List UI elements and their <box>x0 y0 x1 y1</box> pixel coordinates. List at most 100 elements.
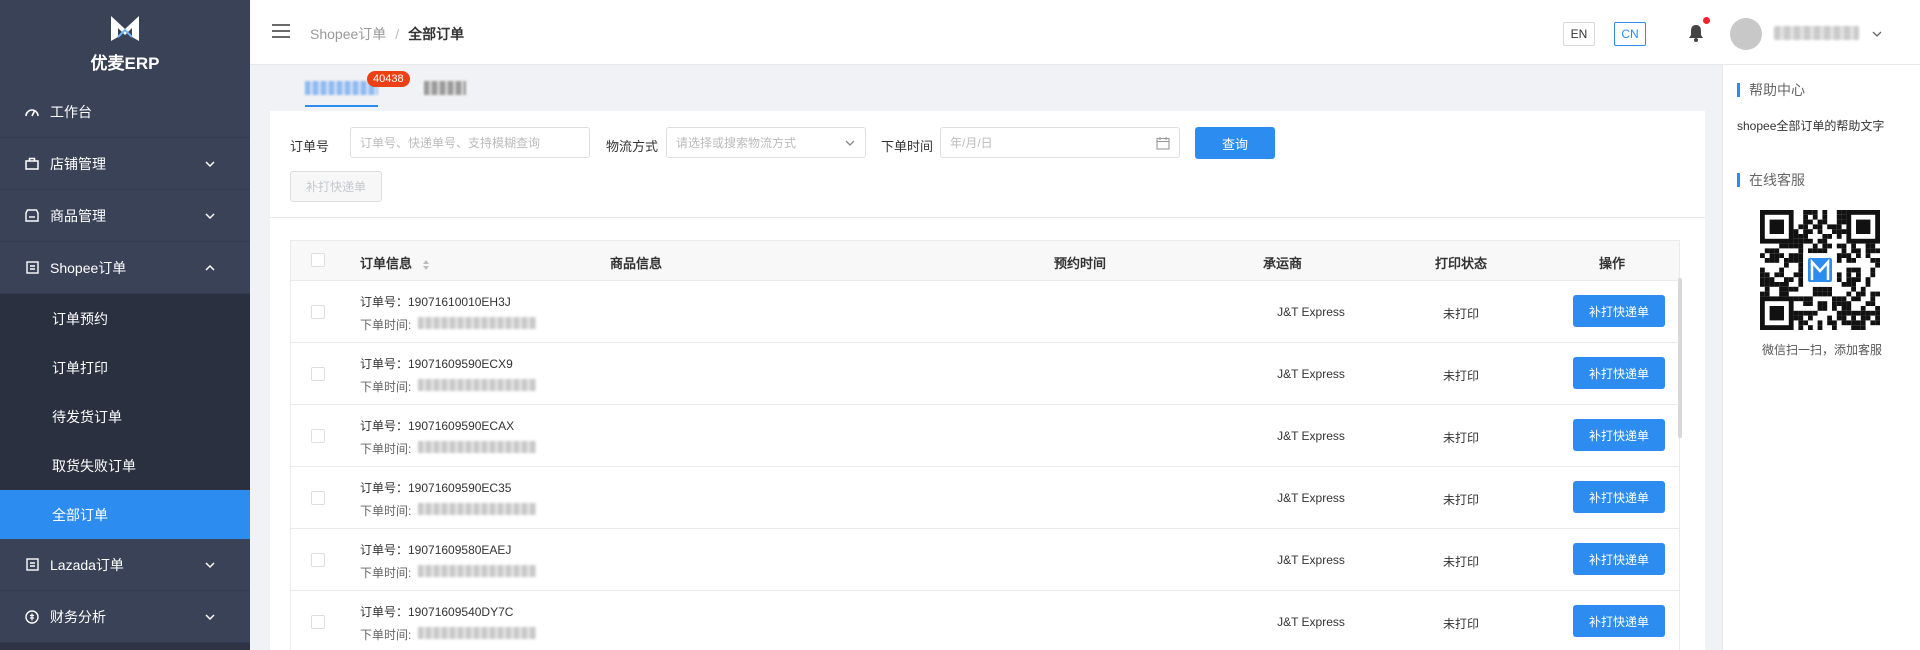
row-checkbox[interactable] <box>311 367 325 381</box>
print-status: 未打印 <box>1442 307 1479 321</box>
sidebar-subitem-order-print[interactable]: 订单打印 <box>0 343 250 392</box>
chevron-down-icon <box>205 160 215 167</box>
notification-dot <box>1703 17 1710 24</box>
row-checkbox[interactable] <box>311 553 325 567</box>
order-number: 订单号：19071609540DY7C <box>360 605 514 619</box>
order-time-redacted <box>418 441 536 453</box>
table-row: 订单号：19071610010EH3J 下单时间: J&T Express 未打… <box>291 281 1679 343</box>
batch-reprint-button[interactable]: 补打快递单 <box>290 171 382 202</box>
tab-second-redacted[interactable] <box>424 81 466 95</box>
order-number: 订单号：19071609580EAEJ <box>360 543 512 557</box>
sidebar: 优麦ERP 工作台 店铺管理 商品管理 Shopee订单 订单预约 订单打印 待… <box>0 0 250 650</box>
sidebar-subitem-all-orders[interactable]: 全部订单 <box>0 490 250 539</box>
breadcrumb: Shopee订单 / 全部订单 <box>310 24 464 44</box>
menu-toggle-icon[interactable] <box>272 24 290 38</box>
order-date-placeholder: 年/月/日 <box>950 136 993 150</box>
print-status: 未打印 <box>1442 555 1479 569</box>
logo[interactable]: 优麦ERP <box>0 0 250 86</box>
logistics-select[interactable]: 请选择或搜索物流方式 <box>666 127 866 158</box>
order-tabs: 40438 <box>270 65 1705 111</box>
order-number-placeholder: 订单号、快递单号、支持模糊查询 <box>360 136 541 150</box>
reprint-button[interactable]: 补打快递单 <box>1573 543 1665 575</box>
table-row: 订单号：19071609590EC35 下单时间: J&T Express 未打… <box>291 467 1679 529</box>
sidebar-menu: 工作台 店铺管理 商品管理 Shopee订单 <box>0 86 250 294</box>
reprint-button[interactable]: 补打快递单 <box>1573 481 1665 513</box>
lang-en-button[interactable]: EN <box>1563 22 1595 46</box>
order-time-label: 下单时间: <box>360 380 412 394</box>
sidebar-item-shopee-orders[interactable]: Shopee订单 <box>0 242 250 294</box>
sidebar-item-goods[interactable]: 商品管理 <box>0 190 250 242</box>
select-all-checkbox[interactable] <box>311 253 325 267</box>
top-header: Shopee订单 / 全部订单 EN CN <box>250 0 1920 65</box>
sidebar-subitem-pending-shipment[interactable]: 待发货订单 <box>0 392 250 441</box>
order-time-label: 下单时间: <box>360 628 412 642</box>
order-number-input[interactable]: 订单号、快递单号、支持模糊查询 <box>350 127 590 158</box>
username-redacted[interactable] <box>1774 26 1859 40</box>
order-number: 订单号：19071610010EH3J <box>360 295 511 309</box>
order-time-redacted <box>418 627 536 639</box>
order-time-label: 下单时间: <box>360 566 412 580</box>
row-checkbox[interactable] <box>311 491 325 505</box>
carrier: J&T Express <box>1277 367 1345 381</box>
shopee-submenu: 订单预约 订单打印 待发货订单 取货失败订单 全部订单 <box>0 294 250 539</box>
sidebar-subitem-pickup-failed[interactable]: 取货失败订单 <box>0 441 250 490</box>
row-checkbox[interactable] <box>311 429 325 443</box>
th-print-status: 打印状态 <box>1435 256 1488 271</box>
carrier: J&T Express <box>1277 553 1345 567</box>
chevron-down-icon <box>205 212 215 219</box>
query-button[interactable]: 查询 <box>1195 127 1275 159</box>
order-time-redacted <box>418 379 536 391</box>
row-checkbox[interactable] <box>311 615 325 629</box>
bell-icon[interactable] <box>1686 23 1706 43</box>
avatar[interactable] <box>1730 18 1762 50</box>
sidebar-subitem-order-reserve[interactable]: 订单预约 <box>0 294 250 343</box>
order-number: 订单号：19071609590ECX9 <box>360 357 513 371</box>
lang-cn-button[interactable]: CN <box>1614 22 1646 46</box>
logistics-placeholder: 请选择或搜索物流方式 <box>676 136 797 150</box>
order-number: 订单号：19071609590EC35 <box>360 481 512 495</box>
logo-icon <box>111 15 139 41</box>
sidebar-item-workbench[interactable]: 工作台 <box>0 86 250 138</box>
table-scrollbar[interactable] <box>1678 278 1682 438</box>
goods-icon <box>24 208 40 224</box>
breadcrumb-shopee-orders[interactable]: Shopee订单 <box>310 24 386 44</box>
online-service-title: 在线客服 <box>1737 173 1805 187</box>
orders-table: 订单信息 商品信息 预约时间 承运商 打印状态 操作 订单号：190716100… <box>290 240 1680 650</box>
sidebar-item-label: Shopee订单 <box>50 259 127 276</box>
carrier: J&T Express <box>1277 429 1345 443</box>
print-status: 未打印 <box>1442 431 1479 445</box>
carrier: J&T Express <box>1277 615 1345 629</box>
row-checkbox[interactable] <box>311 305 325 319</box>
sidebar-menu-lower: Lazada订单 财务分析 <box>0 539 250 643</box>
logistics-label: 物流方式 <box>606 139 659 154</box>
sidebar-item-store[interactable]: 店铺管理 <box>0 138 250 190</box>
tab-active-redacted[interactable] <box>305 81 378 95</box>
sort-icon[interactable] <box>422 259 430 270</box>
table-row: 订单号：19071609590ECX9 下单时间: J&T Express 未打… <box>291 343 1679 405</box>
order-time-label: 下单时间: <box>360 504 412 518</box>
sidebar-item-finance[interactable]: 财务分析 <box>0 591 250 643</box>
sidebar-item-lazada-orders[interactable]: Lazada订单 <box>0 539 250 591</box>
print-status: 未打印 <box>1442 493 1479 507</box>
carrier: J&T Express <box>1277 491 1345 505</box>
order-date-input[interactable]: 年/月/日 <box>940 127 1180 158</box>
chevron-down-icon <box>205 613 215 620</box>
order-number: 订单号：19071609590ECAX <box>360 419 515 433</box>
reprint-button[interactable]: 补打快递单 <box>1573 605 1665 637</box>
store-icon <box>24 156 40 172</box>
reprint-button[interactable]: 补打快递单 <box>1573 357 1665 389</box>
sidebar-item-label: Lazada订单 <box>50 556 124 573</box>
sidebar-item-label: 工作台 <box>50 103 92 120</box>
order-time-label: 下单时间: <box>360 318 412 332</box>
order-time-redacted <box>418 565 536 577</box>
reprint-button[interactable]: 补打快递单 <box>1573 419 1665 451</box>
logo-text: 优麦ERP <box>90 53 160 73</box>
dashboard-icon <box>24 104 40 120</box>
sidebar-item-label: 财务分析 <box>50 608 106 625</box>
th-order-info[interactable]: 订单信息 <box>360 253 430 272</box>
chevron-down-icon[interactable] <box>1872 29 1882 39</box>
qr-code-icon <box>1760 210 1880 330</box>
order-time-filter-label: 下单时间 <box>881 139 934 154</box>
th-reserve-time: 预约时间 <box>1054 256 1107 271</box>
reprint-button[interactable]: 补打快递单 <box>1573 295 1665 327</box>
